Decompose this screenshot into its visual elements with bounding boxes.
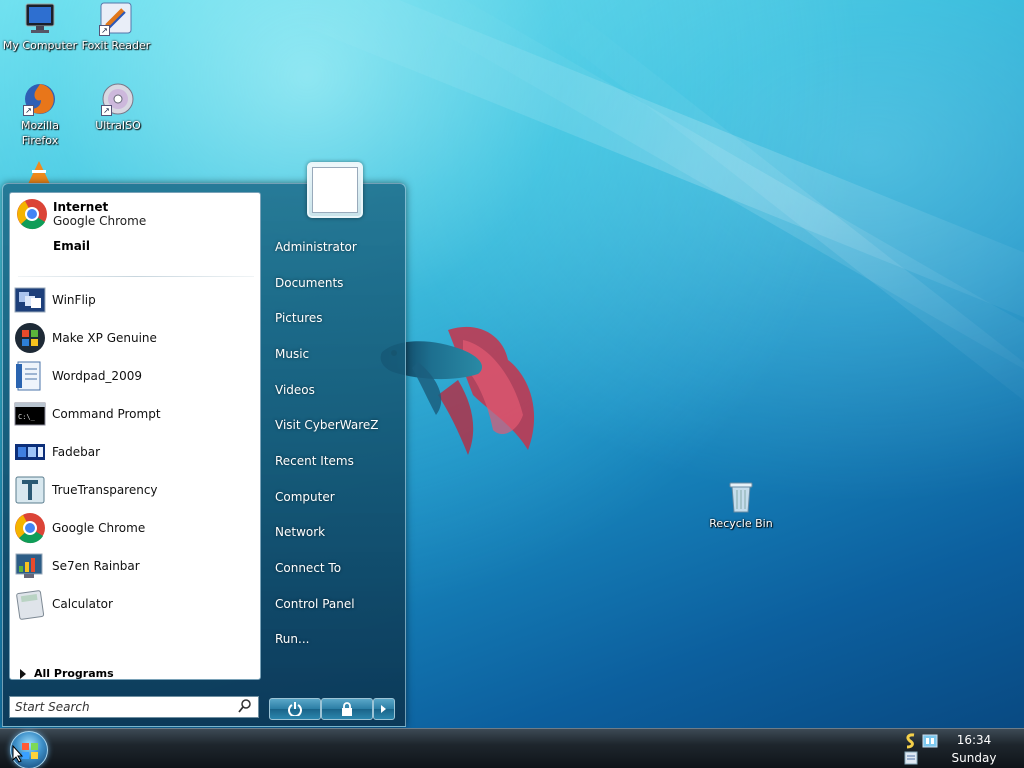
foxit-reader-icon: ↗: [99, 2, 133, 36]
desktop-icon-label: Mozilla Firefox: [21, 119, 59, 147]
arrow-right-icon: [20, 668, 26, 679]
pinned-email[interactable]: Email: [16, 229, 256, 263]
program-fadebar[interactable]: Fadebar: [14, 435, 256, 469]
all-programs-button[interactable]: All Programs: [20, 667, 114, 680]
lock-icon: [342, 702, 352, 716]
right-item-administrator[interactable]: Administrator: [275, 236, 400, 258]
command-prompt-icon: C:\_: [14, 398, 46, 430]
user-picture[interactable]: [307, 162, 363, 218]
search-icon[interactable]: [238, 698, 252, 716]
right-item-control-panel[interactable]: Control Panel: [275, 593, 400, 615]
calculator-icon: [14, 588, 46, 620]
program-label: Command Prompt: [52, 407, 161, 421]
power-button[interactable]: [269, 698, 321, 720]
program-wordpad[interactable]: Wordpad_2009: [14, 359, 256, 393]
program-label: Wordpad_2009: [52, 369, 142, 383]
program-label: Calculator: [52, 597, 113, 611]
wallpaper-light-ray: [541, 0, 1024, 455]
tray-network-icon[interactable]: [922, 733, 938, 749]
system-tray: [902, 731, 942, 767]
right-item-pictures[interactable]: Pictures: [275, 307, 400, 329]
chrome-icon: [14, 512, 46, 544]
svg-text:C:\_: C:\_: [18, 413, 36, 421]
arrow-right-icon: [381, 705, 386, 713]
chrome-icon: [16, 198, 48, 230]
program-se7en-rainbar[interactable]: Se7en Rainbar: [14, 549, 256, 583]
lock-button[interactable]: [321, 698, 373, 720]
right-item-connect-to[interactable]: Connect To: [275, 557, 400, 579]
right-item-videos[interactable]: Videos: [275, 379, 400, 401]
right-item-music[interactable]: Music: [275, 343, 400, 365]
program-label: Google Chrome: [52, 521, 146, 535]
desktop-icon-label: UltraISO: [95, 119, 141, 132]
right-item-run[interactable]: Run...: [275, 628, 400, 650]
mouse-cursor-icon: [12, 745, 24, 763]
taskbar: 16:34 Sunday: [0, 728, 1024, 768]
desktop-icon-foxit-reader[interactable]: ↗ Foxit Reader: [76, 2, 156, 53]
program-label: TrueTransparency: [52, 483, 158, 497]
vlc-icon[interactable]: [24, 160, 54, 184]
right-item-documents[interactable]: Documents: [275, 272, 400, 294]
program-label: Make XP Genuine: [52, 331, 157, 345]
right-item-visit-cyberwarez[interactable]: Visit CyberWareZ: [275, 414, 400, 436]
right-item-recent-items[interactable]: Recent Items: [275, 450, 400, 472]
search-input[interactable]: [15, 700, 230, 714]
clock[interactable]: 16:34 Sunday: [944, 731, 1004, 767]
tray-notepad-icon[interactable]: [904, 751, 918, 765]
desktop-icon-mozilla-firefox[interactable]: ↗ Mozilla Firefox: [0, 82, 80, 148]
program-label: Fadebar: [52, 445, 101, 459]
pinned-internet-title: Internet: [53, 200, 109, 214]
program-command-prompt[interactable]: C:\_ Command Prompt: [14, 397, 256, 431]
fadebar-icon: [14, 436, 46, 468]
truetransparency-icon: [14, 474, 46, 506]
right-item-computer[interactable]: Computer: [275, 486, 400, 508]
clock-day: Sunday: [951, 751, 997, 765]
all-programs-label: All Programs: [34, 667, 114, 680]
program-label: WinFlip: [52, 293, 96, 307]
desktop-icon-label: Recycle Bin: [709, 517, 773, 530]
desktop-icon-recycle-bin[interactable]: Recycle Bin: [701, 480, 781, 531]
wordpad-icon: [14, 360, 46, 392]
rainbar-icon: [14, 550, 46, 582]
desktop-icon-label: Foxit Reader: [81, 39, 151, 52]
shutdown-options-button[interactable]: [373, 698, 395, 720]
clock-time: 16:34: [956, 733, 992, 747]
program-calculator[interactable]: Calculator: [14, 587, 256, 621]
monitor-icon: [23, 2, 57, 36]
program-make-xp-genuine[interactable]: Make XP Genuine: [14, 321, 256, 355]
pinned-internet-subtitle: Google Chrome: [53, 214, 147, 228]
firefox-icon: ↗: [23, 82, 57, 116]
menu-separator: [18, 276, 254, 277]
pinned-email-title: Email: [53, 239, 91, 253]
pinned-internet[interactable]: Internet Google Chrome: [16, 197, 256, 231]
start-menu: Internet Google Chrome Email WinFlip Mak…: [2, 162, 406, 727]
desktop-icon-ultraiso[interactable]: ↗ UltraISO: [78, 82, 158, 133]
winflip-icon: [14, 284, 46, 316]
tray-app-icon[interactable]: [904, 733, 918, 749]
windows-logo-icon: [14, 322, 46, 354]
program-google-chrome[interactable]: Google Chrome: [14, 511, 256, 545]
program-winflip[interactable]: WinFlip: [14, 283, 256, 317]
desktop-icon-label: My Computer: [2, 39, 78, 52]
disc-icon: ↗: [101, 82, 135, 116]
right-item-network[interactable]: Network: [275, 521, 400, 543]
start-menu-left-pane: Internet Google Chrome Email WinFlip Mak…: [9, 192, 261, 680]
power-icon: [288, 702, 302, 716]
start-search-box[interactable]: [9, 696, 259, 718]
program-truetransparency[interactable]: TrueTransparency: [14, 473, 256, 507]
power-button-bar: [269, 698, 395, 720]
program-label: Se7en Rainbar: [52, 559, 140, 573]
email-icon: [16, 230, 48, 262]
recycle-bin-icon: [724, 480, 758, 514]
desktop-icon-my-computer[interactable]: My Computer: [0, 2, 80, 53]
